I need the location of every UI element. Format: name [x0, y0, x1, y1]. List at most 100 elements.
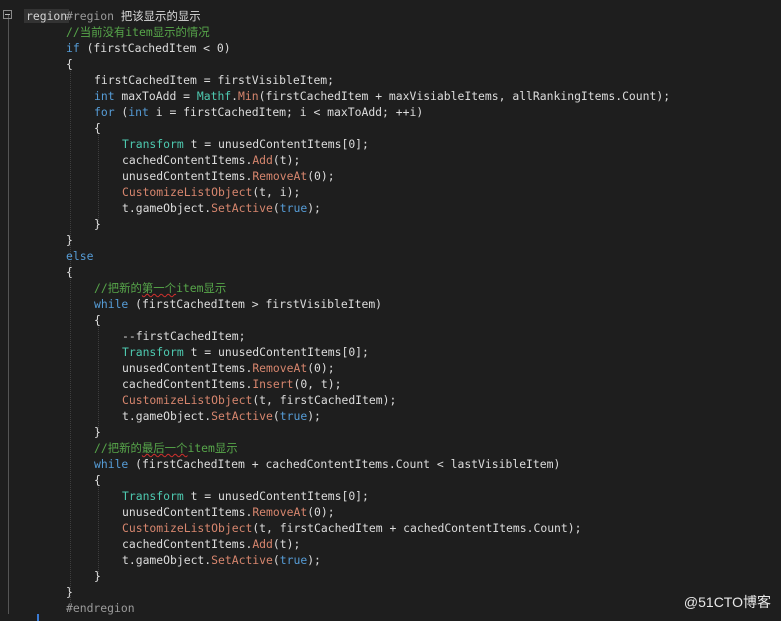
- code-token: #endregion: [66, 601, 135, 615]
- code-token: Transform: [122, 489, 184, 503]
- code-token: true: [279, 409, 308, 423]
- code-token: 把该显示的显示: [120, 9, 201, 23]
- code-line: int maxToAdd = Mathf.Min(firstCachedItem…: [94, 88, 670, 104]
- watermark: @51CTO博客: [683, 594, 771, 610]
- code-line: Transform t = unusedContentItems[0];: [122, 344, 369, 360]
- code-token: Add: [252, 537, 273, 551]
- code-token: Min: [238, 89, 259, 103]
- code-token: .: [231, 89, 239, 103]
- code-line: --firstCachedItem;: [122, 328, 245, 344]
- code-token: CustomizeListObject: [122, 393, 253, 407]
- code-token: for: [94, 105, 115, 119]
- code-token: firstCachedItem = firstVisibleItem;: [94, 73, 335, 87]
- code-token: CustomizeListObject: [122, 185, 253, 199]
- code-line: t.gameObject.SetActive(true);: [122, 552, 321, 568]
- code-token: {: [66, 265, 73, 279]
- indent-guide: [70, 68, 71, 608]
- code-line: unusedContentItems.RemoveAt(0);: [122, 504, 335, 520]
- code-token: SetActive: [211, 553, 273, 567]
- code-line: unusedContentItems.RemoveAt(0);: [122, 360, 335, 376]
- code-token: RemoveAt: [252, 505, 308, 519]
- code-line: unusedContentItems.RemoveAt(0);: [122, 168, 335, 184]
- code-line: }: [94, 216, 101, 232]
- code-token: t = unusedContentItems[0];: [183, 489, 369, 503]
- code-token: else: [66, 249, 94, 263]
- code-line: cachedContentItems.Add(t);: [122, 536, 300, 552]
- code-token: (t);: [272, 537, 301, 551]
- code-token: cachedContentItems.: [122, 377, 253, 391]
- code-token: (0);: [307, 169, 335, 183]
- code-token: int: [94, 89, 115, 103]
- indent-guide: [98, 484, 99, 580]
- code-line: {: [66, 264, 73, 280]
- code-token: }: [66, 585, 73, 599]
- code-token: Transform: [122, 345, 184, 359]
- code-token: t = unusedContentItems[0];: [183, 345, 369, 359]
- code-line: #endregion: [66, 600, 135, 616]
- code-token: (0, t);: [293, 377, 342, 391]
- code-token: true: [279, 553, 308, 567]
- code-line: while (firstCachedItem > firstVisibleIte…: [94, 296, 382, 312]
- code-token: {: [66, 57, 73, 71]
- code-line: firstCachedItem = firstVisibleItem;: [94, 72, 334, 88]
- code-token: {: [94, 473, 101, 487]
- code-token: i = firstCachedItem; i < maxToAdd; ++i): [148, 105, 424, 119]
- indent-guide: [98, 132, 99, 228]
- code-line: CustomizeListObject(t, firstCachedItem);: [122, 392, 396, 408]
- code-token: t = unusedContentItems[0];: [183, 137, 369, 151]
- code-token: }: [94, 425, 101, 439]
- code-token: (: [272, 201, 280, 215]
- code-token: int: [128, 105, 149, 119]
- code-token: Mathf: [196, 89, 232, 103]
- code-token: RemoveAt: [252, 169, 308, 183]
- code-token: maxToAdd =: [114, 89, 197, 103]
- code-token: (firstCachedItem + cachedContentItems.Co…: [128, 457, 561, 471]
- code-token: if: [66, 41, 80, 55]
- outline-rail: [8, 14, 9, 614]
- code-token: t.gameObject.: [122, 409, 212, 423]
- code-line: //把新的第一个item显示: [94, 280, 226, 296]
- code-token: Add: [252, 153, 273, 167]
- code-token: (0);: [307, 505, 335, 519]
- code-token: true: [279, 201, 308, 215]
- code-token: CustomizeListObject: [122, 521, 253, 535]
- text-caret: [37, 614, 39, 621]
- code-token: 最后一个: [141, 441, 188, 455]
- code-token: }: [66, 233, 73, 247]
- code-token: );: [307, 409, 321, 423]
- code-token: );: [307, 553, 321, 567]
- code-token: }: [94, 569, 101, 583]
- collapse-region-icon[interactable]: [3, 10, 12, 19]
- code-line: }: [94, 424, 101, 440]
- code-token: cachedContentItems.: [122, 153, 253, 167]
- code-line: //当前没有item显示的情况: [66, 24, 210, 40]
- code-token: 第一个: [141, 281, 177, 295]
- code-line: CustomizeListObject(t, i);: [122, 184, 300, 200]
- code-token: SetActive: [211, 409, 273, 423]
- code-token: --firstCachedItem;: [122, 329, 246, 343]
- code-line: {: [94, 312, 101, 328]
- region-fold-label[interactable]: region: [24, 9, 70, 23]
- code-token: unusedContentItems.: [122, 505, 253, 519]
- code-token: t.gameObject.: [122, 553, 212, 567]
- code-token: (: [272, 553, 280, 567]
- code-token: item显示: [187, 441, 238, 455]
- code-token: Transform: [122, 137, 184, 151]
- editor-gutter: [0, 0, 38, 621]
- code-token: (: [272, 409, 280, 423]
- code-line: Transform t = unusedContentItems[0];: [122, 488, 369, 504]
- code-token: (t, firstCachedItem + cachedContentItems…: [252, 521, 582, 535]
- code-line: for (int i = firstCachedItem; i < maxToA…: [94, 104, 423, 120]
- code-token: unusedContentItems.: [122, 361, 253, 375]
- code-token: (firstCachedItem > firstVisibleItem): [128, 297, 383, 311]
- code-line: {: [66, 56, 73, 72]
- code-token: //把新的: [94, 281, 142, 295]
- code-token: #region: [66, 9, 121, 23]
- code-line: t.gameObject.SetActive(true);: [122, 408, 321, 424]
- code-line: t.gameObject.SetActive(true);: [122, 200, 321, 216]
- code-token: }: [94, 217, 101, 231]
- code-token: (firstCachedItem + maxVisiableItems, all…: [258, 89, 671, 103]
- code-line: Transform t = unusedContentItems[0];: [122, 136, 369, 152]
- code-token: (0);: [307, 361, 335, 375]
- code-token: unusedContentItems.: [122, 169, 253, 183]
